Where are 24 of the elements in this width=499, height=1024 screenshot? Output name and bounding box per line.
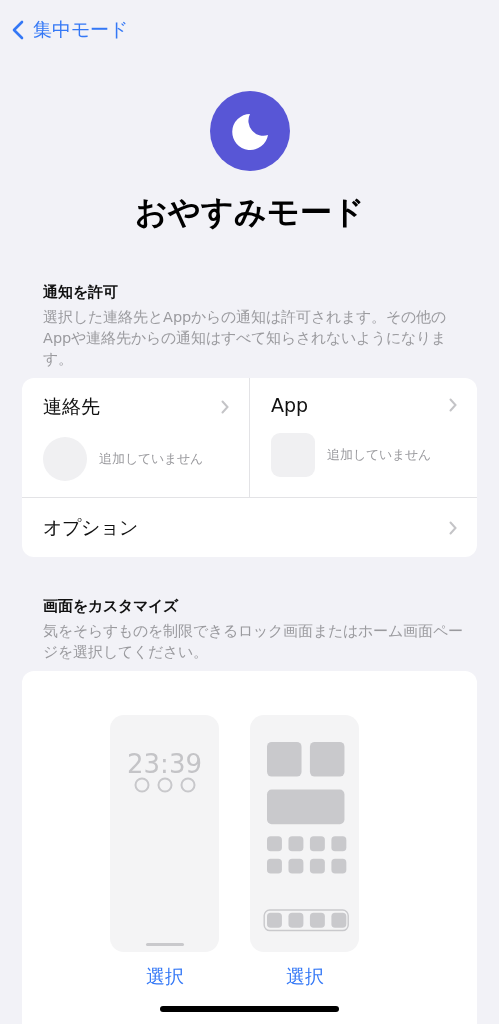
section-header: 画面をカスタマイズ xyxy=(43,597,180,616)
chevron-icon xyxy=(449,520,457,535)
apps-cell[interactable]: App 追加していません xyxy=(250,378,477,497)
select-link[interactable]: 選択 xyxy=(285,964,324,990)
people-cell[interactable]: 連絡先 追加していません xyxy=(22,378,250,497)
options-label: オプション xyxy=(43,514,138,540)
home-screen-preview[interactable] xyxy=(250,715,359,952)
back-chevron-icon xyxy=(12,20,24,40)
status-text: 追加していません xyxy=(99,450,203,468)
status-text: 追加していません xyxy=(327,446,431,464)
section-description: 選択した連絡先とAppからの通知は許可されます。その他のAppや連絡先からの通知はすべて知らされないようになります。 xyxy=(43,308,448,369)
section-description: 気をそらすものを制限できるロック画面またはホーム画面ページを選択してください。 xyxy=(43,622,463,662)
focus-title: おやすみモード xyxy=(134,192,365,233)
apps-label: App xyxy=(271,394,309,416)
back-link[interactable]: 集中モード xyxy=(12,17,128,43)
people-label: 連絡先 xyxy=(43,394,100,419)
moon-icon xyxy=(209,91,290,171)
widget-circles-icon xyxy=(133,777,196,793)
chevron-icon xyxy=(449,398,457,412)
home-bar xyxy=(145,943,184,946)
chevron-icon xyxy=(221,400,229,414)
options-row[interactable]: オプション xyxy=(22,498,477,557)
section-header: 通知を許可 xyxy=(43,283,119,302)
select-link[interactable]: 選択 xyxy=(145,964,184,990)
